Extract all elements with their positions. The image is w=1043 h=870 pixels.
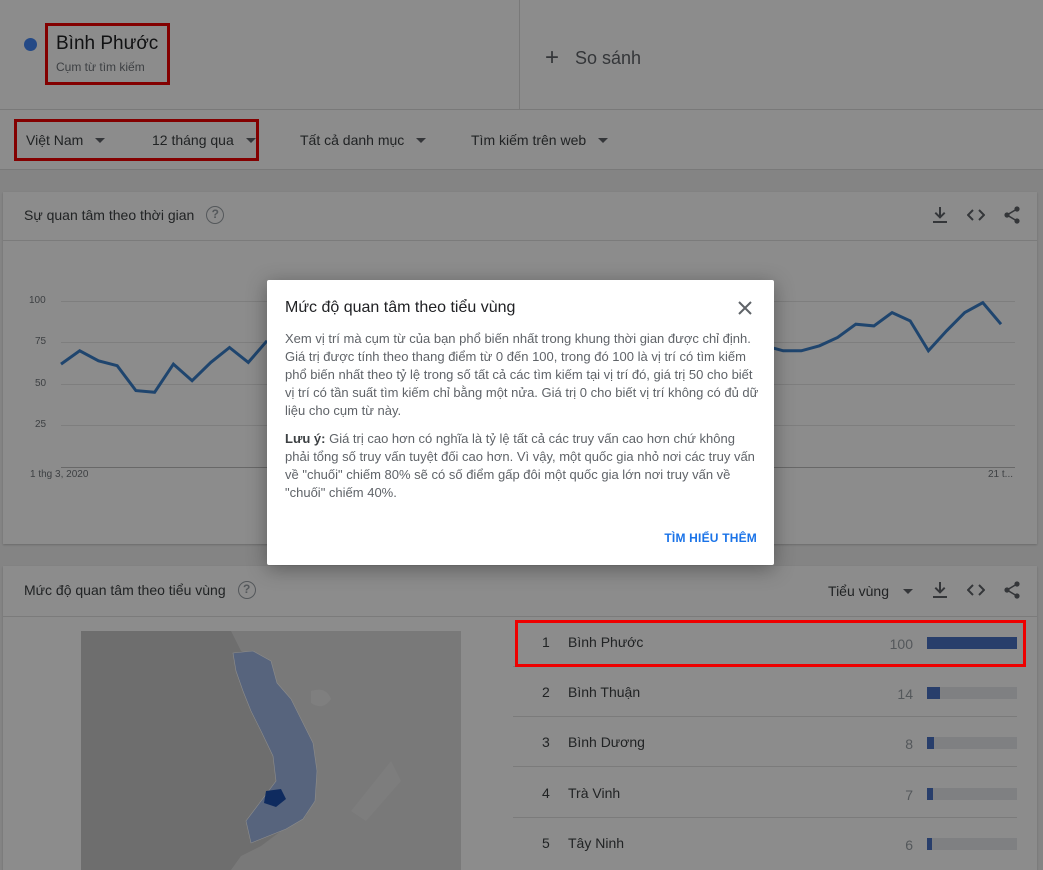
- dialog-description: Xem vị trí mà cụm từ của bạn phổ biến nh…: [285, 331, 759, 418]
- dialog-note-text: Giá trị cao hơn có nghĩa là tỷ lệ tất cả…: [285, 431, 755, 500]
- highlight-box-top-region: [515, 620, 1026, 667]
- info-dialog: Mức độ quan tâm theo tiểu vùng Xem vị tr…: [267, 280, 774, 565]
- dialog-body: Xem vị trí mà cụm từ của bạn phổ biến nh…: [285, 330, 759, 512]
- close-icon[interactable]: [736, 300, 754, 318]
- dialog-note: Lưu ý: Giá trị cao hơn có nghĩa là tỷ lệ…: [285, 430, 759, 502]
- dialog-title: Mức độ quan tâm theo tiểu vùng: [285, 299, 516, 316]
- dialog-note-label: Lưu ý:: [285, 431, 326, 446]
- learn-more-link[interactable]: TÌM HIỂU THÊM: [664, 531, 757, 545]
